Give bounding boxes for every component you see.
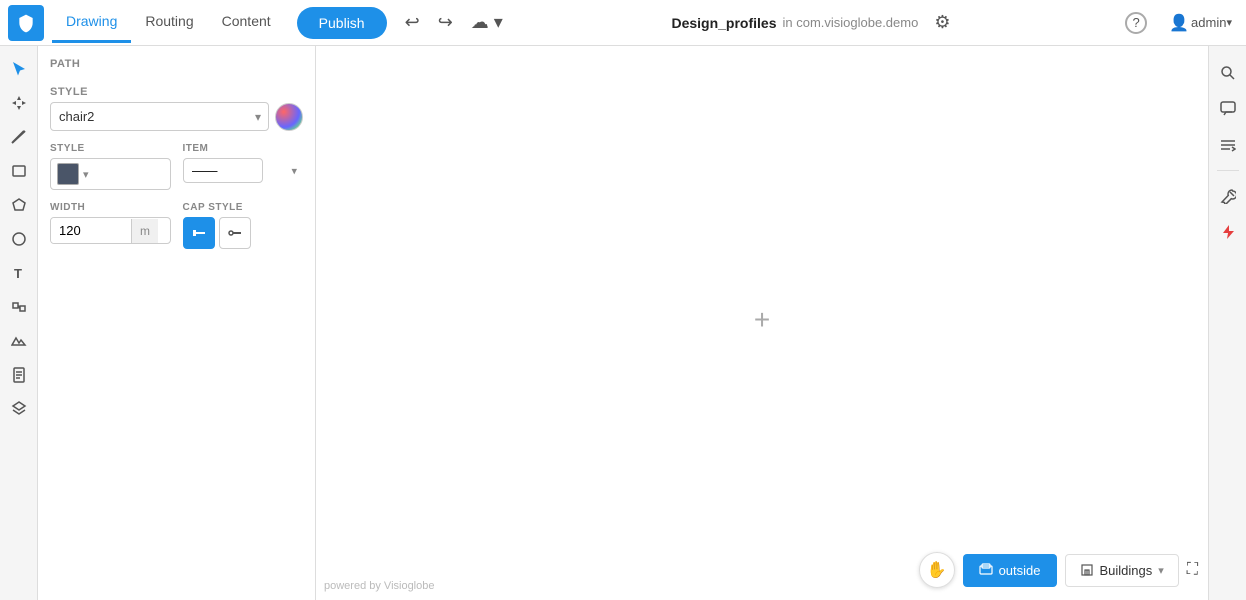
tab-drawing[interactable]: Drawing xyxy=(52,2,131,43)
width-input[interactable] xyxy=(51,218,131,243)
line-tool[interactable] xyxy=(4,122,34,152)
topbar-title: Design_profiles in com.visioglobe.demo ⚙ xyxy=(513,8,1115,37)
topbar-right: ? 👤 admin ▾ xyxy=(1119,8,1238,38)
style-section: STYLE chair2 xyxy=(50,86,303,131)
hand-icon: ✋ xyxy=(927,560,947,580)
width-group: WIDTH m xyxy=(50,202,171,249)
polygon-tool[interactable] xyxy=(4,190,34,220)
gear-icon: ⚙ xyxy=(934,12,950,33)
style-section-label: STYLE xyxy=(50,86,303,98)
help-icon: ? xyxy=(1125,12,1147,34)
right-sidebar xyxy=(1208,46,1246,600)
text-tool[interactable]: T xyxy=(4,258,34,288)
project-domain: in com.visioglobe.demo xyxy=(782,15,918,30)
buildings-chevron-icon: ▾ xyxy=(1158,564,1164,577)
logo-button[interactable] xyxy=(8,5,44,41)
style-row: chair2 xyxy=(50,102,303,131)
list-icon-btn[interactable] xyxy=(1213,130,1243,160)
redo-button[interactable]: ↪ xyxy=(432,8,459,37)
admin-label: admin xyxy=(1191,15,1226,30)
path-section: PATH xyxy=(50,58,303,74)
tab-group: Drawing Routing Content xyxy=(52,2,285,43)
palette-icon[interactable] xyxy=(275,103,303,131)
style-dropdown-wrap: chair2 xyxy=(50,102,269,131)
cloud-button[interactable]: ☁ ▾ xyxy=(465,8,509,37)
buildings-icon xyxy=(1080,562,1094,579)
style-field-group: STYLE ▾ xyxy=(50,143,171,190)
publish-button[interactable]: Publish xyxy=(297,7,387,39)
buildings-button[interactable]: Buildings ▾ xyxy=(1065,554,1179,587)
canvas-area[interactable]: + powered by Visioglobe ✋ outside Buildi… xyxy=(316,46,1208,600)
rectangle-tool[interactable] xyxy=(4,156,34,186)
pan-tool[interactable] xyxy=(4,88,34,118)
document-tool[interactable] xyxy=(4,360,34,390)
fullscreen-icon: ⛶ xyxy=(1187,561,1198,578)
cursor-tool[interactable] xyxy=(4,54,34,84)
crosshair-cursor: + xyxy=(754,304,770,336)
outside-button[interactable]: outside xyxy=(963,554,1057,587)
cap-style-group: CAP STYLE xyxy=(183,202,304,249)
color-swatch xyxy=(57,163,79,185)
landscape-tool[interactable] xyxy=(4,326,34,356)
tab-content[interactable]: Content xyxy=(208,2,285,43)
unit-label: m xyxy=(131,219,158,243)
wrench-icon-btn[interactable] xyxy=(1213,181,1243,211)
powered-by-label: powered by Visioglobe xyxy=(324,580,434,592)
undo-icon: ↩ xyxy=(405,12,420,33)
circle-tool[interactable] xyxy=(4,224,34,254)
undo-button[interactable]: ↩ xyxy=(399,8,426,37)
comment-icon-btn[interactable] xyxy=(1213,94,1243,124)
width-cap-row: WIDTH m CAP STYLE xyxy=(50,202,303,249)
topbar-actions: ↩ ↪ ☁ ▾ xyxy=(399,8,509,37)
layers-tool[interactable] xyxy=(4,394,34,424)
right-sidebar-divider xyxy=(1217,170,1239,171)
location-icon xyxy=(979,562,993,579)
style-color-button[interactable]: ▾ xyxy=(50,158,171,190)
cap-round-button[interactable] xyxy=(219,217,251,249)
user-icon: 👤 xyxy=(1169,13,1189,33)
project-title: Design_profiles xyxy=(671,15,776,31)
tab-routing[interactable]: Routing xyxy=(131,2,207,43)
search-icon-btn[interactable] xyxy=(1213,58,1243,88)
bottom-toolbar: ✋ outside Buildings ▾ ⛶ xyxy=(919,552,1208,588)
dropdown-arrow-icon: ▾ xyxy=(83,168,89,181)
redo-icon: ↪ xyxy=(438,12,453,33)
object-tool[interactable] xyxy=(4,292,34,322)
cloud-icon: ☁ ▾ xyxy=(471,12,503,33)
item-select-wrap: —— xyxy=(183,158,304,183)
style-item-row: STYLE ▾ ITEM —— xyxy=(50,143,303,190)
chevron-down-icon: ▾ xyxy=(1226,16,1232,29)
outside-label: outside xyxy=(999,563,1041,578)
item-label: ITEM xyxy=(183,143,304,154)
style-select[interactable]: chair2 xyxy=(50,102,269,131)
topbar: Drawing Routing Content Publish ↩ ↪ ☁ ▾ … xyxy=(0,0,1246,46)
buildings-label: Buildings xyxy=(1100,563,1153,578)
width-input-group: m xyxy=(50,217,171,244)
fullscreen-button[interactable]: ⛶ xyxy=(1187,561,1198,579)
cap-style-label: CAP STYLE xyxy=(183,202,304,213)
item-select[interactable]: —— xyxy=(183,158,263,183)
help-button[interactable]: ? xyxy=(1119,8,1153,38)
svg-text:T: T xyxy=(14,266,22,281)
user-button[interactable]: 👤 admin ▾ xyxy=(1163,9,1238,37)
properties-panel: PATH STYLE chair2 STYLE ▾ xyxy=(38,46,316,600)
settings-button[interactable]: ⚙ xyxy=(928,8,956,37)
lightning-icon-btn[interactable] xyxy=(1213,217,1243,247)
left-icon-sidebar: T xyxy=(0,46,38,600)
main-body: T PATH STYLE chair2 xyxy=(0,46,1246,600)
hand-tool-button[interactable]: ✋ xyxy=(919,552,955,588)
item-field-group: ITEM —— xyxy=(183,143,304,190)
path-label: PATH xyxy=(50,58,303,70)
width-label: WIDTH xyxy=(50,202,171,213)
style-label: STYLE xyxy=(50,143,171,154)
cap-buttons xyxy=(183,217,304,249)
cap-square-button[interactable] xyxy=(183,217,215,249)
